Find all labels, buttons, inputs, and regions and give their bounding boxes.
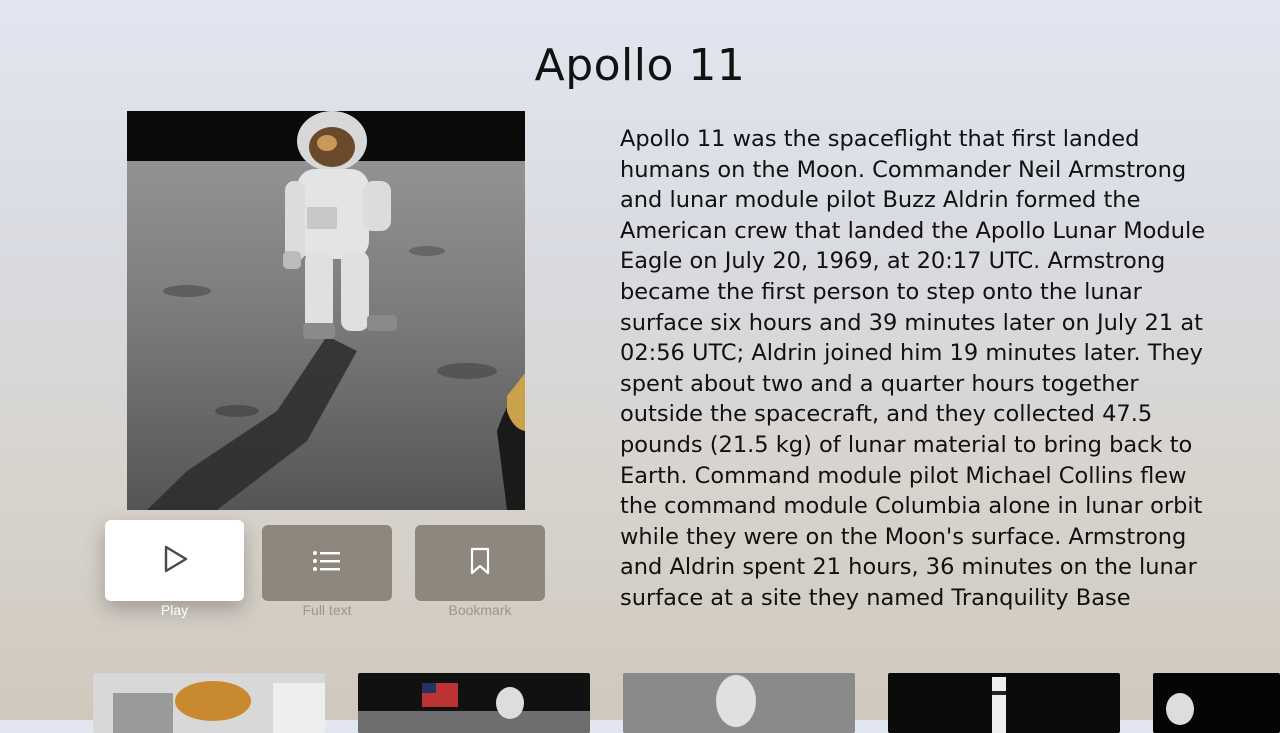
bookmark-label: Bookmark bbox=[448, 602, 512, 618]
full-text-action[interactable]: Full text bbox=[262, 525, 392, 625]
page-title: Apollo 11 bbox=[534, 40, 746, 91]
thumbnail-item[interactable] bbox=[358, 673, 590, 733]
play-label: Play bbox=[160, 602, 189, 618]
full-text-button[interactable] bbox=[262, 525, 392, 601]
play-icon bbox=[160, 544, 190, 578]
bookmark-action[interactable]: Bookmark bbox=[415, 525, 545, 625]
bookmark-button[interactable] bbox=[415, 525, 545, 601]
list-icon bbox=[312, 549, 342, 577]
thumbnail-item[interactable] bbox=[93, 673, 325, 733]
play-action[interactable]: Play bbox=[105, 520, 244, 620]
description-text: Apollo 11 was the spaceflight that first… bbox=[620, 126, 1206, 611]
hero-image bbox=[127, 111, 525, 510]
bookmark-icon bbox=[469, 546, 491, 580]
full-text-label: Full text bbox=[302, 602, 352, 618]
thumbnail-item[interactable] bbox=[1153, 673, 1280, 733]
thumbnail-item[interactable] bbox=[888, 673, 1120, 733]
thumbnail-item[interactable] bbox=[623, 673, 855, 733]
play-button[interactable] bbox=[105, 520, 244, 601]
